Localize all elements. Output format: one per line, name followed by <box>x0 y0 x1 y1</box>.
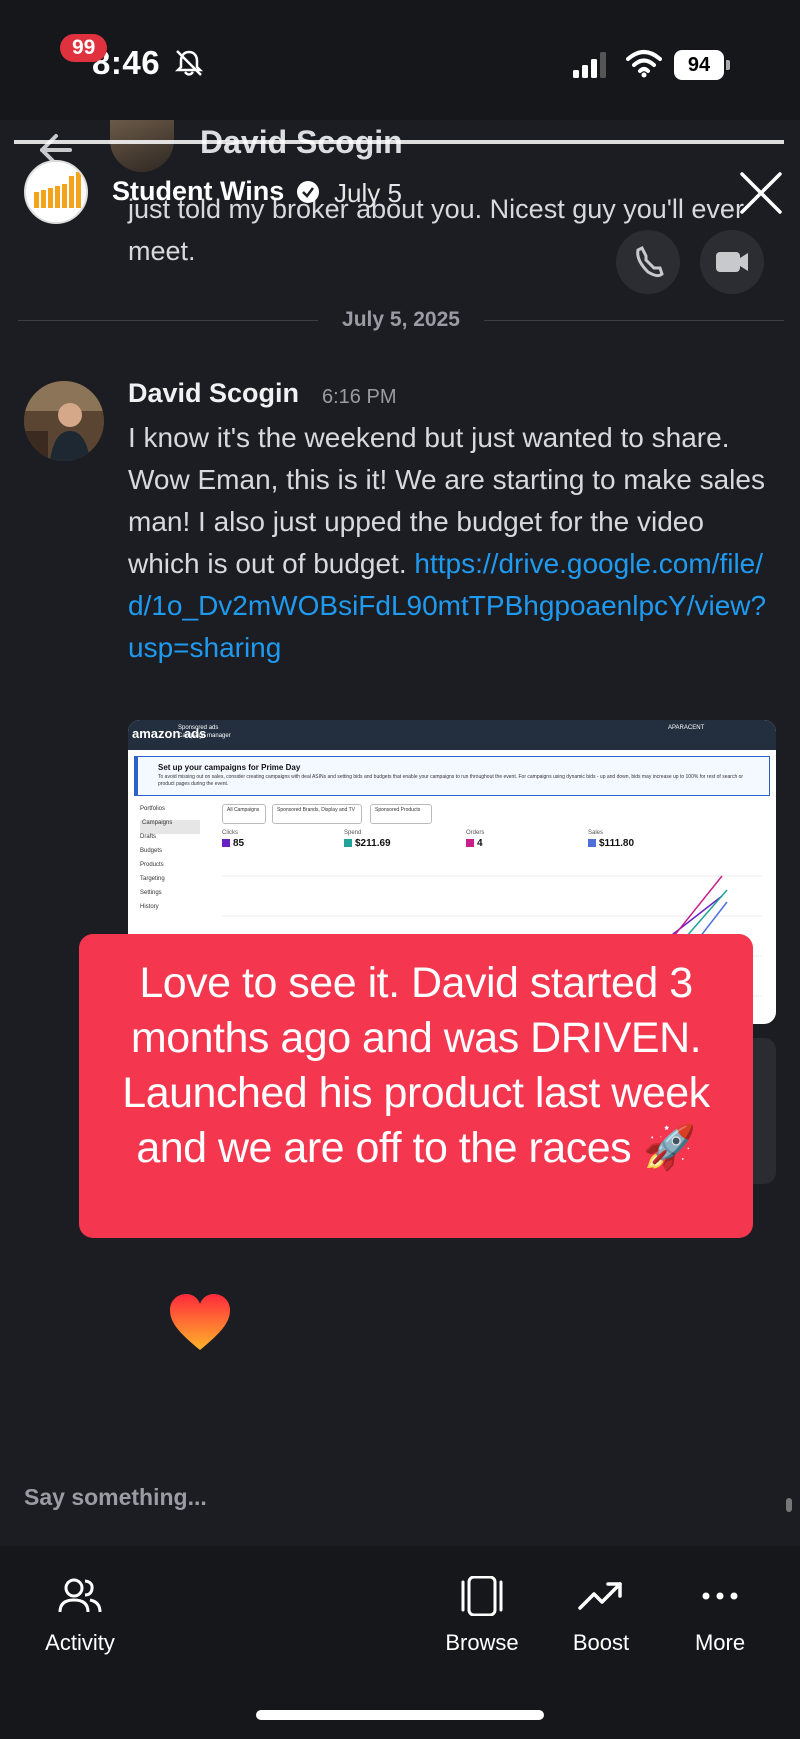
home-indicator[interactable] <box>256 1710 544 1720</box>
reply-input[interactable]: Say something... <box>0 1466 800 1546</box>
people-icon <box>58 1578 102 1613</box>
metric-value: $111.80 <box>588 838 634 849</box>
author-avatar[interactable] <box>24 381 104 461</box>
story-progress-bar <box>14 140 784 144</box>
trending-up-icon <box>578 1582 622 1610</box>
banner-text: To avoid missing out on sales, consider … <box>158 774 744 787</box>
cellular-signal-icon <box>573 52 606 78</box>
battery-indicator: 94 <box>674 50 730 80</box>
heart-reaction-icon[interactable] <box>168 1292 232 1352</box>
story-caption: Love to see it. David started 3 months a… <box>122 959 710 1172</box>
sidebar-item: Portfolios <box>140 806 166 812</box>
status-bar: 8:46 94 <box>0 0 800 120</box>
message-body: I know it's the weekend but just wanted … <box>128 417 768 669</box>
nav-boost[interactable]: Boost <box>560 1576 642 1656</box>
sidebar-item: Products <box>140 862 164 868</box>
nav-activity[interactable]: Activity <box>36 1576 124 1656</box>
prime-day-banner: Set up your campaigns for Prime Day To a… <box>134 756 770 796</box>
battery-level: 94 <box>674 50 724 80</box>
scrollbar[interactable] <box>786 1498 792 1512</box>
campaign-manager-label: Campaign manager <box>178 733 231 739</box>
divider-line-left <box>18 320 318 321</box>
battery-tip <box>726 60 730 70</box>
campaign-tab: Sponsored Brands, Display and TV <box>272 804 362 824</box>
sidebar-item: Campaigns <box>140 820 200 834</box>
account-name: APARACENT <box>668 725 705 731</box>
reply-input-placeholder: Say something... <box>24 1484 207 1510</box>
nav-browse[interactable]: Browse <box>438 1576 526 1656</box>
message-reaction-panel <box>752 1038 776 1184</box>
more-dots-icon <box>702 1592 738 1600</box>
campaign-tab: All Campaigns <box>222 804 266 824</box>
nav-boost-label: Boost <box>572 1630 630 1655</box>
metric-label: Orders <box>466 830 485 836</box>
banner-title: Set up your campaigns for Prime Day <box>158 763 301 772</box>
date-divider-label: July 5, 2025 <box>342 308 460 331</box>
contact-avatar[interactable] <box>110 120 174 172</box>
verified-badge-icon <box>297 181 319 203</box>
sidebar-item: Settings <box>140 890 162 896</box>
sidebar-item: Budgets <box>140 848 163 854</box>
sidebar-item: History <box>140 904 159 910</box>
sponsored-ads-label: Sponsored ads <box>178 725 219 731</box>
metric-value: 4 <box>466 838 483 849</box>
unread-count-badge: 99 <box>60 34 108 62</box>
date-divider: July 5, 2025 <box>18 306 784 336</box>
sidebar-item: Targeting <box>140 876 165 882</box>
nav-more-label: More <box>694 1630 746 1655</box>
message-author[interactable]: David Scogin <box>128 378 299 409</box>
metric-value: 85 <box>222 838 244 849</box>
campaign-tab: Sponsored Products <box>370 804 432 824</box>
amazon-ads-subtitle: Sponsored ads Campaign manager <box>178 724 231 740</box>
metric-label: Clicks <box>222 830 238 836</box>
bar-chart-logo-icon <box>26 162 86 222</box>
cards-icon <box>461 1576 503 1616</box>
nav-browse-label: Browse <box>445 1630 519 1655</box>
metric-label: Spend <box>344 830 362 836</box>
story-date: July 5 <box>334 178 402 208</box>
bottom-navigation: Activity Browse Boost More <box>0 1546 800 1739</box>
wifi-icon <box>626 50 662 78</box>
avatar-photo <box>24 381 104 461</box>
sidebar-item: Drafts <box>140 834 157 840</box>
campaign-sidebar: Portfolios Campaigns Drafts Budgets Prod… <box>140 806 200 918</box>
metric-label: Sales <box>588 830 604 836</box>
story-account-name[interactable]: Student Wins <box>112 176 284 207</box>
story-caption-card: Love to see it. David started 3 months a… <box>79 934 753 1238</box>
metric-value: $211.69 <box>344 838 391 849</box>
nav-activity-label: Activity <box>45 1630 115 1655</box>
story-account-avatar[interactable] <box>24 160 88 224</box>
divider-line-right <box>484 320 784 321</box>
message-timestamp: 6:16 PM <box>322 386 397 408</box>
bell-muted-icon <box>174 50 204 76</box>
amazon-ads-topbar: amazon ads Sponsored ads Campaign manage… <box>128 720 776 750</box>
nav-more[interactable]: More <box>684 1576 756 1656</box>
close-icon[interactable] <box>738 170 784 216</box>
